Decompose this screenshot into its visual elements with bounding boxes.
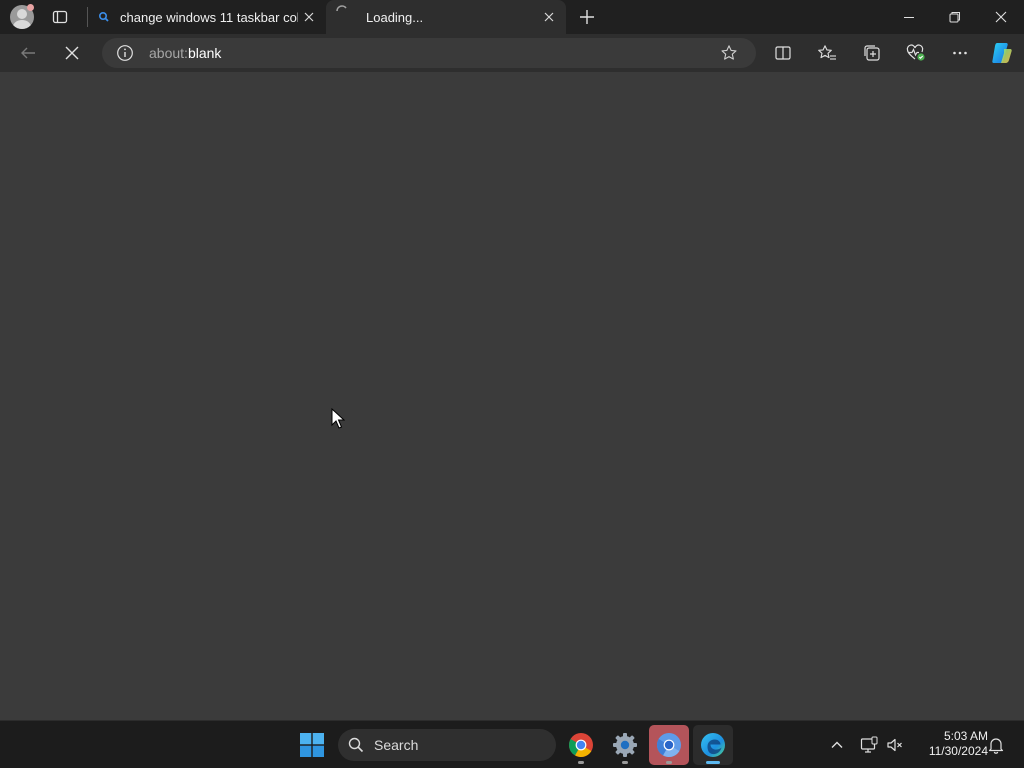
tab-actions-icon[interactable] xyxy=(52,9,68,25)
restore-icon xyxy=(949,12,960,23)
windows-start-icon[interactable] xyxy=(300,733,324,757)
url-path: blank xyxy=(187,45,222,61)
taskbar-clock[interactable]: 5:03 AM 11/30/2024 xyxy=(912,729,988,759)
back-button[interactable] xyxy=(13,38,43,68)
taskbar-app-settings[interactable] xyxy=(605,725,645,765)
restore-button[interactable] xyxy=(932,0,978,34)
minimize-icon xyxy=(904,17,914,18)
address-url: about:blank xyxy=(149,45,221,61)
collections-button[interactable] xyxy=(857,38,887,68)
clock-time: 5:03 AM xyxy=(943,729,988,743)
more-options-button[interactable] xyxy=(945,38,975,68)
page-content[interactable] xyxy=(0,72,1024,720)
volume-muted-icon[interactable] xyxy=(886,736,904,754)
new-tab-button[interactable] xyxy=(576,6,598,28)
tab-close-icon[interactable] xyxy=(538,6,560,28)
close-icon xyxy=(995,11,1007,23)
search-icon xyxy=(96,9,112,25)
tab-search-result[interactable]: change windows 11 taskbar color xyxy=(88,0,326,34)
tab-title: change windows 11 taskbar color xyxy=(120,9,298,25)
profile-status-dot xyxy=(27,4,34,11)
clock-date: 11/30/2024 xyxy=(928,744,988,758)
settings-gear-icon xyxy=(613,733,637,757)
browser-titlebar: change windows 11 taskbar color Loading.… xyxy=(0,0,1024,34)
avatar-body xyxy=(13,20,31,29)
taskbar-app-chromium[interactable] xyxy=(649,725,689,765)
chromium-icon xyxy=(657,733,681,758)
site-info-icon[interactable] xyxy=(116,44,134,62)
plus-icon xyxy=(580,10,594,24)
url-scheme: about: xyxy=(149,45,188,61)
favorite-star-icon[interactable] xyxy=(720,44,738,62)
stop-loading-icon xyxy=(65,46,79,60)
split-screen-icon xyxy=(775,46,791,60)
tab-loading[interactable]: Loading... xyxy=(326,0,566,34)
more-options-icon xyxy=(953,51,967,55)
taskbar-app-chrome[interactable] xyxy=(561,725,601,765)
active-indicator xyxy=(706,761,720,764)
address-bar[interactable]: about:blank xyxy=(102,38,756,68)
network-icon[interactable] xyxy=(860,736,878,754)
close-window-button[interactable] xyxy=(978,0,1024,34)
taskbar-search-box[interactable]: Search xyxy=(338,729,556,761)
avatar-head xyxy=(17,9,27,19)
running-indicator xyxy=(578,761,584,764)
notification-bell-icon[interactable] xyxy=(987,736,1005,754)
tab-title: Loading... xyxy=(366,9,424,25)
favorites-icon xyxy=(818,45,836,60)
back-arrow-icon xyxy=(21,47,35,59)
browser-essentials-icon xyxy=(906,44,925,61)
tab-close-icon[interactable] xyxy=(298,6,320,28)
chrome-icon xyxy=(569,733,593,758)
browser-essentials-button[interactable] xyxy=(901,38,931,68)
favorites-button[interactable] xyxy=(812,38,842,68)
chevron-up-icon[interactable] xyxy=(829,737,845,753)
running-indicator xyxy=(666,761,672,764)
collections-icon xyxy=(864,45,880,61)
search-label: Search xyxy=(374,737,419,753)
browser-toolbar: about:blank xyxy=(0,34,1024,72)
search-icon xyxy=(348,737,364,753)
mouse-cursor-icon xyxy=(331,407,346,430)
loading-spinner-icon xyxy=(334,3,350,19)
copilot-button[interactable] xyxy=(987,38,1017,68)
edge-icon xyxy=(701,733,725,757)
copilot-icon xyxy=(992,43,1012,63)
running-indicator xyxy=(622,761,628,764)
taskbar: Search 5:03 AM 11/30/2024 xyxy=(0,720,1024,768)
split-screen-button[interactable] xyxy=(768,38,798,68)
minimize-button[interactable] xyxy=(886,0,932,34)
taskbar-app-edge[interactable] xyxy=(693,725,733,765)
stop-loading-button[interactable] xyxy=(57,38,87,68)
